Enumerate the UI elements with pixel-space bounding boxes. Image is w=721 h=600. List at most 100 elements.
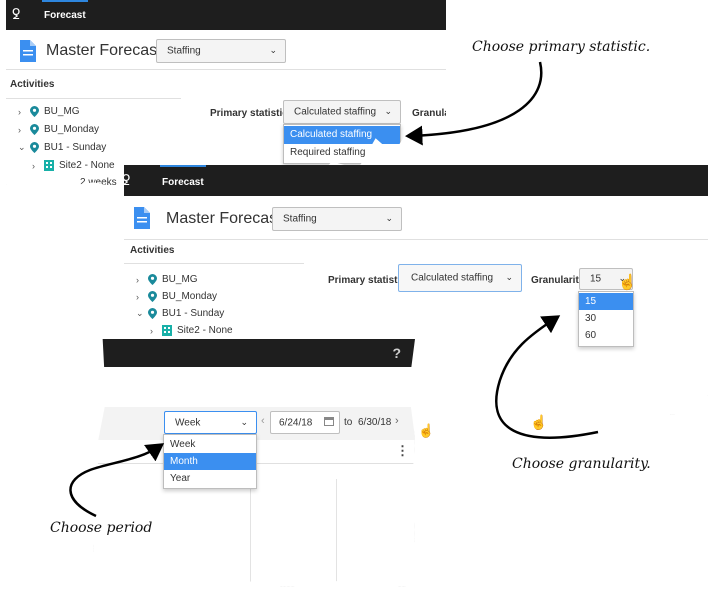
date-to-value: 6/30/18 (358, 417, 392, 428)
divider (6, 69, 446, 70)
chevron-down-icon: ⌄ (269, 44, 277, 55)
primary-statistic-label: Primary statistic (210, 108, 288, 119)
period-value: Week (175, 417, 201, 428)
granularity-callout: Choose granularity. (512, 456, 651, 472)
app-tab-indicator (160, 165, 206, 167)
tree-item-label: BU_Monday (162, 291, 218, 302)
tree-item[interactable]: › BU_Monday (136, 291, 217, 302)
menu-item[interactable]: Calculated staffing (284, 126, 400, 144)
granularity-value: 15 (590, 273, 602, 285)
menu-item[interactable]: Week (164, 436, 256, 453)
tree-item-label: BU_Monday (44, 124, 100, 135)
tree-item[interactable]: › BU_MG (136, 274, 198, 285)
tree-item[interactable]: › BU_Monday (18, 124, 99, 135)
primary-statistic-select[interactable]: Calculated staffing ⌄ (398, 264, 522, 292)
location-pin-icon (30, 142, 39, 153)
period-callout: Choose period (50, 520, 153, 536)
tree-item-label: BU1 - Sunday (44, 142, 107, 153)
menu-item[interactable]: Month (164, 453, 256, 470)
page-title: Master Forecast (46, 42, 162, 59)
chevron-down-icon: ⌄ (505, 271, 513, 282)
view-select-value: Staffing (167, 45, 201, 57)
next-period-button[interactable]: › (395, 415, 399, 427)
location-pin-icon (30, 106, 39, 117)
menu-item[interactable]: Year (164, 470, 256, 487)
divider (124, 239, 708, 240)
tree-item[interactable]: 2 weeks (80, 177, 117, 188)
tree-item[interactable]: ⌄ BU1 - Sunday (136, 308, 224, 319)
grid-line (336, 479, 337, 587)
building-icon (44, 160, 54, 171)
more-options-icon[interactable]: ⋮ (396, 443, 409, 459)
tree-item[interactable]: › BU_MG (18, 106, 80, 117)
tree-item[interactable]: ⌄ BU1 - Sunday (18, 142, 106, 153)
primary-statistic-callout: Choose primary statistic. (472, 39, 651, 55)
primary-statistic-menu: Calculated staffing Required staffing (283, 124, 401, 164)
menu-item[interactable]: 30 (579, 310, 633, 327)
calendar-icon (324, 417, 334, 426)
document-icon (134, 207, 150, 229)
genesys-logo-icon: ꝿ (124, 173, 131, 189)
chevron-right-icon: › (18, 106, 21, 117)
menu-item[interactable]: 60 (579, 327, 633, 344)
primary-statistic-panel: ꝿ Forecast Master Forecast Staffing ⌄ Ac… (6, 0, 446, 192)
date-to-label: to (344, 417, 353, 428)
tree-item[interactable]: › Site2 - None (32, 160, 115, 171)
chevron-right-icon: › (150, 325, 153, 336)
tree-item-label: 2 weeks (80, 177, 117, 188)
app-tab-indicator (42, 0, 88, 2)
primary-statistic-select[interactable]: Calculated staffing ⌄ (283, 100, 401, 124)
top-bar: ? (93, 339, 415, 367)
chevron-right-icon: › (136, 291, 139, 302)
period-menu: Week Month Year (163, 434, 257, 489)
activities-heading: Activities (130, 245, 175, 256)
top-bar: ꝿ Forecast (6, 0, 446, 30)
divider (6, 98, 181, 99)
granularity-menu: 15 30 60 (578, 291, 634, 347)
location-pin-icon (148, 291, 157, 302)
view-select[interactable]: Staffing ⌄ (156, 39, 286, 63)
primary-statistic-value: Calculated staffing (294, 106, 377, 118)
menu-item[interactable]: 15 (579, 293, 633, 310)
chevron-down-icon: ⌄ (384, 105, 392, 116)
date-from-value: 6/24/18 (279, 417, 313, 428)
location-pin-icon (148, 274, 157, 285)
chevron-right-icon: › (136, 274, 139, 285)
page-title: Master Forecast (166, 210, 282, 227)
chevron-down-icon: ⌄ (18, 142, 26, 152)
tree-item-label: Site2 - None (59, 160, 115, 171)
activities-heading: Activities (10, 79, 55, 90)
tree-item-label: BU_MG (44, 106, 80, 117)
app-name[interactable]: Forecast (162, 177, 204, 188)
menu-item[interactable]: Required staffing (284, 144, 400, 162)
period-panel: ? Week ⌄ ‹ 6/24/18 to 6/30/18 › ⋮ Week M… (93, 339, 415, 587)
primary-statistic-value: Calculated staffing (411, 272, 494, 284)
hand-pointer-icon: ☝ (530, 414, 548, 430)
date-from-field[interactable]: 6/24/18 (270, 411, 340, 434)
location-pin-icon (148, 308, 157, 319)
chevron-down-icon: ⌄ (136, 308, 144, 318)
granularity-label: Granularit (412, 108, 446, 119)
divider (124, 263, 304, 264)
top-bar: ꝿ Forecast (124, 165, 708, 196)
period-select[interactable]: Week ⌄ (164, 411, 257, 434)
grid-line (250, 479, 251, 587)
view-select-value: Staffing (283, 213, 317, 225)
document-icon (20, 40, 36, 62)
granularity-label: Granularity (531, 275, 585, 286)
chevron-down-icon: ⌄ (385, 212, 393, 223)
app-name[interactable]: Forecast (44, 10, 86, 21)
location-pin-icon (30, 124, 39, 135)
building-icon (162, 325, 172, 336)
primary-statistic-label: Primary statistic (328, 275, 406, 286)
tree-item[interactable]: › Site2 - None (150, 325, 233, 336)
view-select[interactable]: Staffing ⌄ (272, 207, 402, 231)
previous-period-button[interactable]: ‹ (261, 415, 265, 427)
chevron-down-icon: ⌄ (240, 416, 248, 427)
hand-pointer-icon: ☝ (418, 423, 435, 438)
genesys-logo-icon: ꝿ (12, 7, 21, 23)
help-icon[interactable]: ? (392, 345, 401, 361)
tree-item-label: BU1 - Sunday (162, 308, 225, 319)
chevron-right-icon: › (18, 124, 21, 135)
chevron-right-icon: › (32, 160, 35, 171)
